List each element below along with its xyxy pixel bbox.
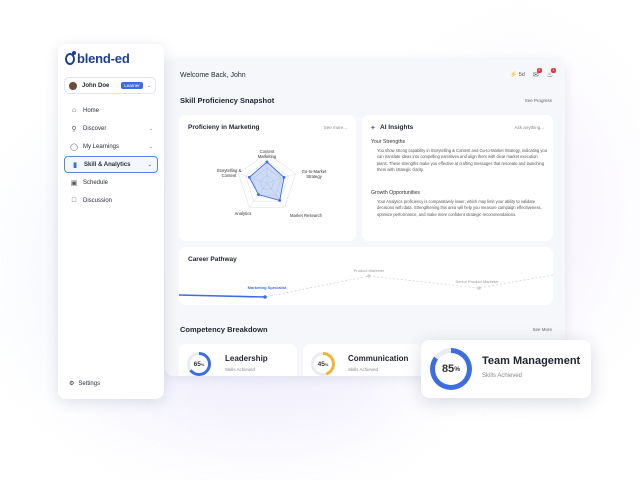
sidebar-item-label: Home: [83, 107, 100, 114]
chevron-down-icon: ⌄: [146, 82, 151, 89]
growth-text: Your Analytics proficiency is comparativ…: [377, 199, 542, 217]
sidebar-item-label: Skill & Analytics: [84, 161, 131, 168]
career-step-dot: [477, 286, 481, 290]
competency-card-team-management[interactable]: 85% Team Management Skills Achieved: [421, 340, 591, 398]
gear-icon: ⚙: [69, 381, 75, 387]
competency-sub: Skills Achieved: [482, 373, 523, 379]
strengths-heading: Your Strengths: [371, 139, 406, 145]
main-panel: Welcome Back, John ⚡ 5d ✉ 2 ♨ 1 Skill Prof…: [165, 60, 565, 376]
lightning-icon: ⚡: [510, 72, 518, 78]
top-bar: Welcome Back, John ⚡ 5d ✉ 2 ♨ 1: [180, 68, 556, 79]
ai-insights-card: AI Insights ✦ Ask anything... Your Stren…: [362, 115, 553, 241]
competency-card-leadership[interactable]: 65% Leadership Skills Achieved: [179, 344, 297, 376]
user-name: John Doe: [82, 82, 110, 89]
sidebar: blend-ed John Doe Learner ⌄ ⌂ Home ⚲ Dis…: [58, 44, 164, 399]
sparkle-icon: ✦: [370, 125, 376, 132]
app-logo[interactable]: blend-ed: [65, 50, 130, 66]
career-step-label: Senior Product Marketer: [455, 279, 499, 284]
section-title: Competency Breakdown: [180, 325, 268, 334]
career-step-dot: [367, 274, 371, 278]
ask-anything-link[interactable]: Ask anything...: [514, 125, 544, 130]
user-switcher[interactable]: John Doe Learner ⌄: [64, 77, 156, 94]
avatar: [69, 81, 77, 90]
sidebar-item-label: Discover: [83, 125, 107, 132]
inbox-icon: ✉: [532, 72, 539, 79]
sidebar-item-label: Discussion: [83, 197, 113, 204]
sidebar-item-settings[interactable]: ⚙ Settings: [69, 380, 101, 388]
home-icon: ⌂: [71, 107, 77, 114]
bell-icon: ♨: [546, 72, 553, 79]
notifications-button[interactable]: ✉ 2: [532, 68, 542, 79]
competency-sub: Skills Achieved: [348, 367, 379, 372]
growth-heading: Growth Opportunities: [371, 190, 421, 196]
sidebar-item-skill-analytics[interactable]: ▮ Skill & Analytics ⌄: [64, 156, 158, 173]
competency-name: Communication: [348, 354, 409, 363]
competency-header: Competency Breakdown See More: [180, 325, 552, 334]
settings-label: Settings: [78, 380, 101, 387]
sidebar-nav: ⌂ Home ⚲ Discover ⌄ ◯ My Learnings ⌄ ▮ S…: [64, 102, 158, 210]
radar-axis-label: Content Marketing: [257, 149, 277, 160]
logo-text: blend-ed: [77, 51, 130, 66]
alerts-button[interactable]: ♨ 1: [546, 68, 556, 79]
radar-point: [265, 160, 269, 164]
career-step-dot: [263, 295, 267, 299]
career-pathway-card: Career Pathway Marketing Specialist Prod…: [179, 247, 553, 305]
chevron-down-icon: ⌄: [148, 125, 153, 132]
competency-sub: Skills Achieved: [225, 367, 256, 372]
welcome-text: Welcome Back, John: [180, 71, 246, 79]
radar-point: [257, 193, 260, 197]
strengths-text: You show strong capability in Storytelli…: [377, 148, 547, 173]
percent-sign: %: [324, 361, 329, 367]
bar-chart-icon: ▮: [73, 161, 77, 169]
percent-sign: %: [200, 361, 205, 367]
section-title: Skill Proficiency Snapshot: [180, 96, 275, 105]
competency-name: Leadership: [225, 354, 268, 363]
percent-label: 85%: [435, 353, 467, 385]
career-step-label: Product Marketer: [353, 268, 385, 273]
role-badge: Learner: [121, 82, 143, 89]
sidebar-item-home[interactable]: ⌂ Home: [64, 102, 158, 119]
career-step-label: Marketing Specialist: [247, 285, 287, 290]
progress-ring: 45%: [311, 352, 335, 376]
calendar-icon: ▣: [70, 179, 78, 187]
snapshot-header: Skill Proficiency Snapshot See Progress: [180, 96, 552, 105]
sidebar-item-discover[interactable]: ⚲ Discover ⌄: [64, 120, 158, 137]
radar-axis-label: Go-to-Market Strategy: [301, 169, 327, 180]
career-path-line: [179, 274, 553, 299]
sidebar-item-label: Schedule: [83, 179, 109, 186]
radar-axis-label: Analytics: [234, 211, 252, 216]
competency-name: Team Management: [482, 355, 581, 367]
radar-area: [248, 161, 285, 202]
logo-icon: [65, 50, 76, 65]
sidebar-item-schedule[interactable]: ▣ Schedule: [64, 174, 158, 191]
streak-value: 5d: [518, 72, 525, 78]
radar-point: [282, 176, 286, 179]
competency-card-communication[interactable]: 45% Communication Skills Achieved: [303, 344, 421, 376]
streak-indicator[interactable]: ⚡ 5d: [510, 72, 525, 78]
path-progress: [179, 294, 266, 298]
sidebar-item-my-learnings[interactable]: ◯ My Learnings ⌄: [64, 138, 158, 155]
progress-ring: 65%: [187, 352, 211, 376]
lightbulb-icon: ◯: [70, 143, 78, 151]
radar-point: [278, 199, 282, 202]
radar-axis-label: Storytelling & Content: [216, 168, 242, 179]
progress-ring: 85%: [430, 348, 472, 390]
percent-sign: %: [454, 365, 461, 373]
sidebar-item-label: My Learnings: [83, 143, 120, 150]
radar-point: [247, 175, 251, 179]
percent-label: 45%: [314, 355, 332, 373]
radar-axis-label: Market Research: [290, 213, 322, 218]
sidebar-item-discussion[interactable]: □ Discussion: [64, 192, 158, 209]
chat-icon: □: [71, 197, 77, 204]
see-more-link[interactable]: See More: [532, 327, 552, 332]
chevron-down-icon: ⌄: [147, 161, 152, 168]
see-progress-link[interactable]: See Progress: [525, 98, 552, 103]
search-icon: ⚲: [71, 125, 77, 133]
chevron-down-icon: ⌄: [148, 143, 153, 150]
alert-count: 1: [551, 68, 556, 73]
notification-count: 2: [536, 68, 542, 73]
proficiency-card: Proficieny in Marketing See more... Cont…: [179, 115, 356, 241]
percent-label: 65%: [190, 355, 208, 373]
card-title: AI Insights: [380, 124, 414, 131]
